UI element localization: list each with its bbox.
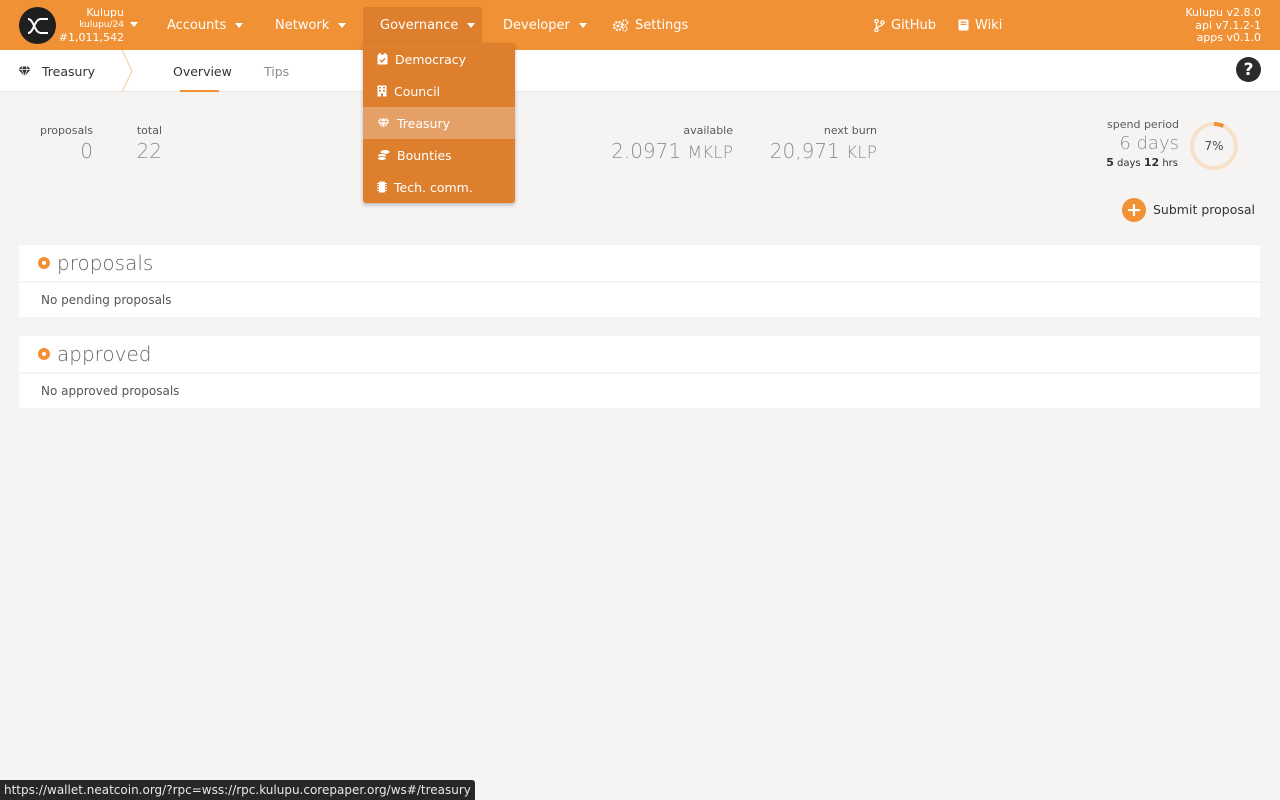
dot-circle-icon [38, 257, 50, 269]
remaining-days-unit: days [1117, 158, 1141, 169]
chain-name: Kulupu [86, 6, 124, 19]
top-bar: Kulupu kulupu/24 #1,011,542 Accounts Net… [0, 0, 1280, 50]
dot-circle-icon [38, 348, 50, 360]
approved-empty-text: No approved proposals [41, 384, 180, 398]
cogs-icon [613, 18, 629, 32]
next-burn-unit: KLP [846, 143, 877, 163]
nav-developer-label: Developer [503, 17, 570, 33]
nav-settings[interactable]: Settings [613, 7, 688, 43]
summary-next-burn: next burn 20,971 KLP [770, 124, 877, 163]
available-value: 2.0971 MKLP [611, 139, 733, 163]
nav-accounts-label: Accounts [167, 17, 227, 33]
proposals-empty-text: No pending proposals [41, 293, 172, 307]
active-tab-indicator [180, 90, 219, 92]
chevron-down-icon [467, 22, 476, 28]
menu-item-label: Bounties [397, 147, 452, 163]
remaining-days: 5 [1106, 156, 1114, 169]
submit-proposal-label: Submit proposal [1153, 202, 1255, 217]
gem-icon [18, 65, 31, 77]
block-number: #1,011,542 [58, 31, 124, 44]
version-info: Kulupu v2.8.0 api v7.1.2-1 apps v0.1.0 [1185, 6, 1261, 45]
breadcrumb: Treasury [18, 50, 95, 92]
nav-governance-label: Governance [380, 17, 459, 33]
nav-accounts[interactable]: Accounts [167, 7, 244, 43]
summary-spend-period: spend period 6 days [1107, 118, 1179, 154]
nav-governance[interactable]: Governance [363, 7, 482, 43]
tab-tips[interactable]: Tips [264, 50, 289, 92]
chevron-down-icon [130, 22, 138, 27]
browser-status-url: https://wallet.neatcoin.org/?rpc=wss://r… [0, 780, 475, 800]
node-version: Kulupu v2.8.0 [1185, 6, 1261, 19]
nav-developer[interactable]: Developer [503, 7, 587, 43]
tab-overview-label: Overview [173, 63, 232, 79]
kulupu-logo-icon[interactable] [19, 7, 56, 44]
remaining-hrs: 12 [1143, 156, 1160, 169]
nav-settings-label: Settings [635, 17, 689, 33]
menu-item-democracy[interactable]: Democracy [363, 43, 515, 75]
menu-item-bounties[interactable]: Bounties [363, 139, 515, 171]
proposals-section-header: proposals [19, 245, 1260, 281]
total-label: total [136, 124, 162, 137]
book-icon [958, 19, 969, 31]
menu-item-label: Council [394, 83, 441, 99]
submit-proposal-button[interactable]: + Submit proposal [1122, 197, 1255, 222]
building-icon [377, 85, 387, 97]
summary-available: available 2.0971 MKLP [611, 124, 733, 163]
menu-item-treasury[interactable]: Treasury [363, 107, 515, 139]
apps-version: apps v0.1.0 [1196, 31, 1261, 44]
sub-header: Treasury Overview Tips [0, 50, 1280, 92]
breadcrumb-separator [121, 50, 133, 92]
nav-network-label: Network [275, 17, 330, 33]
remaining-hrs-unit: hrs [1162, 158, 1178, 169]
tab-tips-label: Tips [264, 63, 290, 79]
approved-empty-row: No approved proposals [19, 374, 1260, 408]
governance-dropdown-menu: Democracy Council Treasury Bounties Tech… [363, 43, 515, 203]
spend-progress-label: 7% [1204, 139, 1224, 153]
proposals-section-title: proposals [57, 251, 154, 275]
next-burn-label: next burn [823, 124, 877, 137]
gem-icon [377, 117, 390, 129]
menu-item-council[interactable]: Council [363, 75, 515, 107]
nav-wiki[interactable]: Wiki [958, 7, 1002, 43]
spend-period-label: spend period [1107, 118, 1179, 131]
plus-icon: + [1122, 197, 1146, 222]
proposals-value: 0 [80, 139, 93, 163]
available-unit: MKLP [687, 143, 733, 163]
chain-spec: kulupu/24 [79, 20, 124, 30]
calendar-check-icon [377, 53, 388, 65]
proposals-label: proposals [40, 124, 93, 137]
chevron-down-icon [235, 22, 244, 28]
menu-item-tech-comm[interactable]: Tech. comm. [363, 171, 515, 203]
menu-item-label: Democracy [395, 51, 467, 67]
menu-item-label: Treasury [397, 115, 450, 131]
tab-overview[interactable]: Overview [173, 50, 232, 92]
microchip-icon [377, 181, 387, 193]
available-amount: 2.0971 [611, 139, 682, 163]
breadcrumb-label: Treasury [42, 63, 95, 79]
spend-period-value: 6 days [1119, 133, 1179, 154]
nav-network[interactable]: Network [275, 7, 347, 43]
summary-total: total 22 [137, 124, 162, 163]
chevron-down-icon [338, 22, 347, 28]
summary-proposals: proposals 0 [40, 124, 93, 163]
nav-github[interactable]: GitHub [874, 7, 936, 43]
proposals-empty-row: No pending proposals [19, 283, 1260, 317]
approved-section-header: approved [19, 336, 1260, 372]
chevron-down-icon [578, 22, 587, 28]
available-label: available [683, 124, 733, 137]
help-icon[interactable]: ? [1236, 57, 1261, 82]
menu-item-label: Tech. comm. [394, 179, 473, 195]
coins-icon [377, 150, 390, 161]
next-burn-amount: 20,971 [769, 139, 840, 163]
approved-section-title: approved [57, 342, 152, 366]
chain-selector[interactable]: Kulupu kulupu/24 #1,011,542 [58, 6, 140, 46]
total-value: 22 [136, 139, 162, 163]
nav-github-label: GitHub [891, 17, 937, 33]
nav-wiki-label: Wiki [975, 17, 1003, 33]
code-branch-icon [874, 18, 885, 32]
spend-period-remaining: 5 days 12 hrs [1106, 156, 1178, 169]
next-burn-value: 20,971 KLP [770, 139, 877, 163]
